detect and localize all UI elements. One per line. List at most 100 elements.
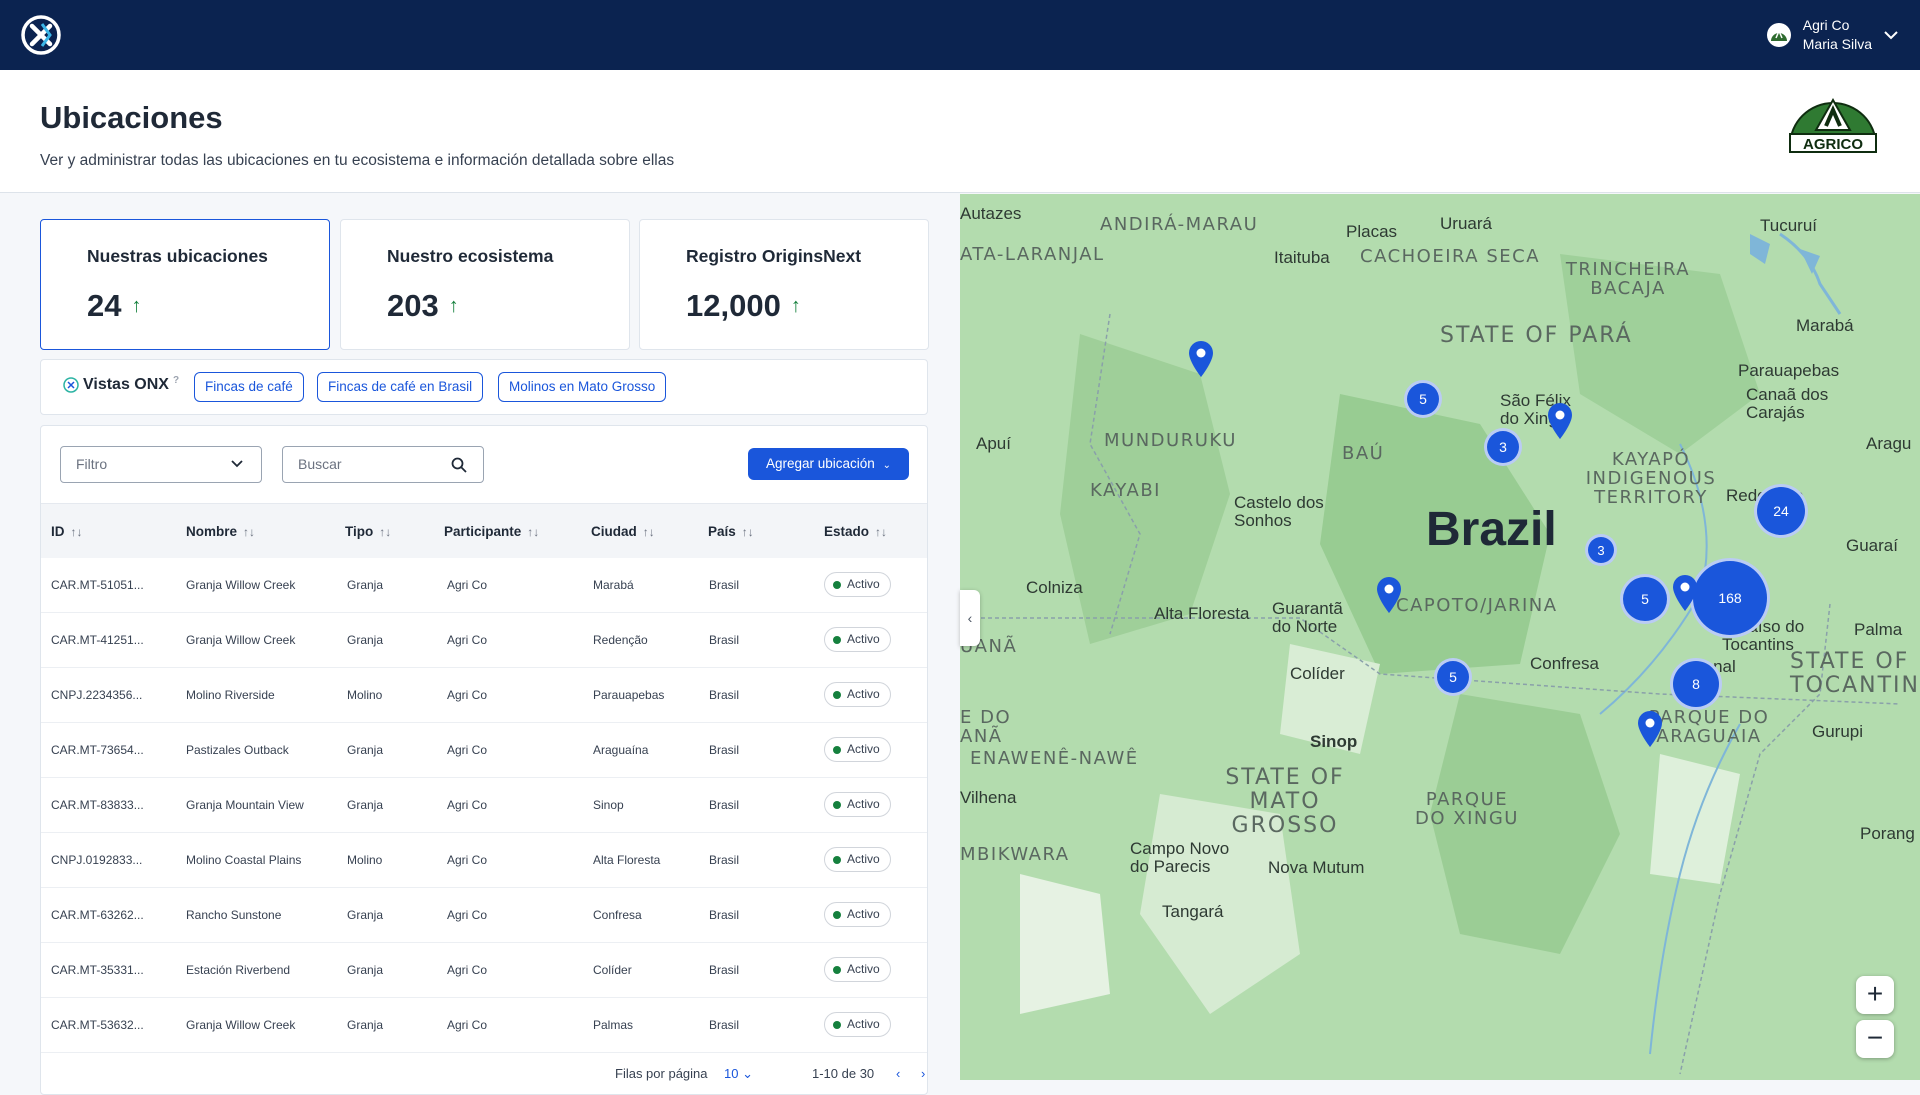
table-cell: Araguaína [593,743,649,757]
table-cell: Molino [347,853,383,867]
map-city-label: Alta Floresta [1154,604,1250,623]
chevron-down-icon[interactable] [1884,30,1898,40]
stat-card-registry[interactable]: Registro OriginsNext 12,000 ↑ [639,219,929,350]
map-region-label: PARQUE DO ARAGUAIA [1648,707,1770,747]
status-label: Activo [847,907,880,921]
map-city-label: Confresa [1530,654,1599,673]
map-city-label: Sinop [1310,732,1358,751]
collapse-panel-button[interactable]: ‹ [960,590,980,646]
sort-icon: ↑↓ [379,525,392,539]
map-pin-icon[interactable] [1188,340,1214,378]
table-cell: Redenção [593,633,648,647]
table-row[interactable]: CAR.MT-83833... Granja Mountain View Granj… [41,778,927,833]
stat-card-ecosystem[interactable]: Nuestro ecosistema 203 ↑ [340,219,630,350]
table-cell: Brasil [709,743,740,757]
map-pin-icon[interactable] [1547,402,1573,440]
view-chip-mills-mato-grosso[interactable]: Molinos en Mato Grosso [498,372,667,402]
top-bar: Agri Co Maria Silva [0,0,1920,70]
add-location-button[interactable]: Agregar ubicación ⌄ [748,448,909,480]
rows-per-page: Filas por página [615,1066,708,1081]
status-label: Activo [847,577,880,591]
status-dot-icon [833,910,841,919]
map-pin-icon[interactable] [1672,574,1698,612]
table-cell: Agri Co [447,1018,488,1032]
table-cell: Brasil [709,1018,740,1032]
map-city-label: Colniza [1026,578,1083,597]
map-pin-icon[interactable] [1637,710,1663,748]
app-logo-icon[interactable] [20,14,62,56]
search-icon[interactable] [451,457,467,473]
table-cell: Agri Co [447,908,488,922]
prev-page-icon[interactable]: ‹ [896,1066,900,1081]
map-cluster[interactable]: 168 [1690,558,1770,638]
column-header-status[interactable]: Estado ↑↓ [824,524,887,539]
company-name: Agri Co [1802,17,1850,33]
status-badge: Activo [824,682,891,707]
status-badge: Activo [824,957,891,982]
table-row[interactable]: CAR.MT-51051... Granja Willow Creek Granja… [41,558,927,613]
table-cell: Granja [347,633,384,647]
table-cell: Pastizales Outback [186,743,289,757]
map-pin-icon[interactable] [1376,576,1402,614]
help-icon[interactable]: ? [173,375,179,386]
map-city-label: Aragu [1866,434,1912,453]
column-header-name[interactable]: Nombre ↑↓ [186,524,255,539]
table-row[interactable]: CAR.MT-41251... Granja Willow Creek Granja… [41,613,927,668]
table-cell: Agri Co [447,688,488,702]
locations-map[interactable]: ANDIRÁ-MARAU ATA-LARANJAL CACHOEIRA SECA… [960,194,1920,1080]
map-city-label: Apuí [976,434,1011,453]
table-cell: Marabá [593,578,634,592]
stat-value: 24 [87,288,122,323]
table-row[interactable]: CAR.MT-73654... Pastizales Outback Granja A… [41,723,927,778]
table-cell: Granja Mountain View [186,798,304,812]
map-city-label: Parauapebas [1738,361,1840,380]
table-cell: CAR.MT-53632... [51,1018,144,1032]
status-dot-icon [833,745,841,754]
stat-card-our-locations[interactable]: Nuestras ubicaciones 24 ↑ [40,219,330,350]
view-chip-coffee-farms[interactable]: Fincas de café [194,372,304,402]
table-cell: Brasil [709,908,740,922]
page-subtitle: Ver y administrar todas las ubicaciones … [40,152,675,169]
map-region-label: KAYAPÓ INDIGENOUS TERRITORY [1585,449,1717,508]
table-row[interactable]: CNPJ.2234356... Molino Riverside Molino Agr… [41,668,927,723]
column-header-type[interactable]: Tipo ↑↓ [345,524,391,539]
map-cluster[interactable]: 24 [1754,484,1808,538]
status-badge: Activo [824,902,891,927]
map-city-label: Tangará [1162,902,1224,921]
map-city-label: Nova Mutum [1268,858,1365,877]
map-cluster[interactable]: 3 [1585,534,1617,566]
map-state-label: STATE OF PARÁ [1440,323,1633,348]
arrow-up-icon: ↑ [131,294,142,317]
stat-label: Nuestro ecosistema [387,246,554,266]
sort-icon: ↑↓ [875,525,888,539]
table-cell: CNPJ.2234356... [51,688,143,702]
table-row[interactable]: CAR.MT-53632... Granja Willow Creek Granja… [41,998,927,1053]
column-header-id[interactable]: ID ↑↓ [51,524,83,539]
column-header-participant[interactable]: Participante ↑↓ [444,524,539,539]
column-header-country[interactable]: País ↑↓ [708,524,754,539]
sort-icon: ↑↓ [243,525,256,539]
map-cluster[interactable]: 5 [1620,574,1670,624]
column-header-city[interactable]: Ciudad ↑↓ [591,524,655,539]
map-cluster[interactable]: 5 [1404,380,1442,418]
table-cell: CAR.MT-73654... [51,743,144,757]
table-cell: Rancho Sunstone [186,908,282,922]
map-cluster[interactable]: 3 [1484,428,1522,466]
zoom-out-button[interactable]: − [1856,1020,1894,1058]
map-city-label: Gurupi [1812,722,1864,741]
table-row[interactable]: CNPJ.0192833... Molino Coastal Plains Moli… [41,833,927,888]
filter-select[interactable]: Filtro [60,446,262,483]
table-cell: Agri Co [447,743,488,757]
search-input[interactable]: Buscar [282,446,484,483]
view-chip-coffee-farms-brazil[interactable]: Fincas de café en Brasil [317,372,484,402]
map-city-label: Marabá [1796,316,1854,335]
map-cluster[interactable]: 5 [1434,658,1472,696]
table-cell: Granja [347,743,384,757]
map-cluster[interactable]: 8 [1670,658,1722,710]
zoom-in-button[interactable]: + [1856,976,1894,1014]
user-menu[interactable]: Agri Co Maria Silva [1766,16,1898,54]
table-row[interactable]: CAR.MT-35331... Estación Riverbend Granja A… [41,943,927,998]
table-row[interactable]: CAR.MT-63262... Rancho Sunstone Granja Agri… [41,888,927,943]
status-dot-icon [833,580,841,589]
next-page-icon[interactable]: › [921,1066,925,1081]
